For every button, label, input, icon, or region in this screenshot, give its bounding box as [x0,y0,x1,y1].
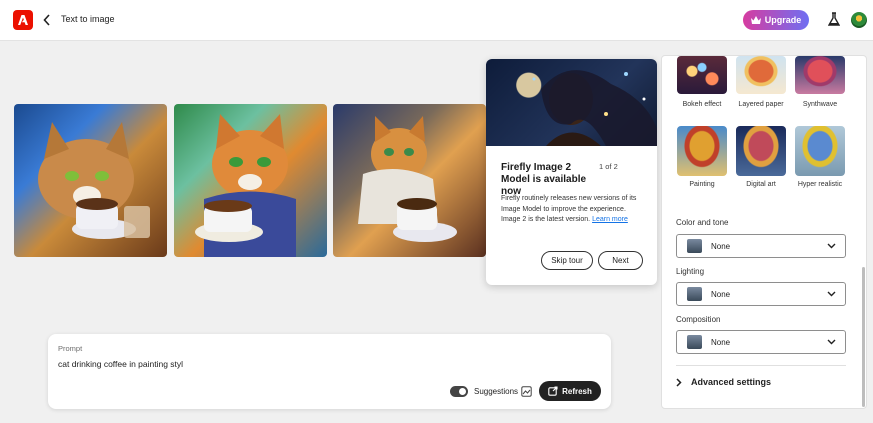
panel-scrollbar[interactable] [862,267,865,407]
prompt-bar: Prompt cat drinking coffee in painting s… [48,334,611,409]
upgrade-label: Upgrade [764,15,802,25]
color-tone-label: Color and tone [676,218,729,227]
style-thumb-hyper-realistic[interactable] [795,126,845,176]
adobe-logo-icon[interactable] [13,10,33,30]
app-header: Text to image Upgrade [0,0,873,41]
lighting-select[interactable]: None [676,282,846,306]
composition-label: Composition [676,315,721,324]
composition-thumb-icon [687,335,702,349]
composition-value: None [711,338,731,347]
skip-tour-button[interactable]: Skip tour [541,251,593,270]
refresh-label: Refresh [562,386,592,396]
refresh-icon [548,386,558,396]
style-thumb-painting[interactable] [677,126,727,176]
style-label: Hyper realistic [797,181,843,188]
lighting-thumb-icon [687,287,702,301]
lighting-label: Lighting [676,267,705,276]
suggestions-toggle[interactable] [450,386,468,397]
chevron-down-icon [827,243,836,249]
color-tone-value: None [711,242,731,251]
back-arrow-icon[interactable] [42,13,52,27]
style-label: Bokeh effect [682,101,722,108]
suggestions-label: Suggestions [474,387,519,396]
style-thumb-bokeh[interactable] [677,56,727,94]
settings-panel: Bokeh effect Layered paper Synthwave Pai… [661,55,867,409]
user-avatar[interactable] [851,12,867,28]
prompt-input[interactable]: cat drinking coffee in painting styl [58,359,183,369]
cat-coffee-image [358,116,457,242]
tour-description: Firefly routinely releases new versions … [501,194,646,226]
advanced-settings-toggle[interactable]: Advanced settings [676,377,771,387]
lighting-value: None [711,290,731,299]
style-label: Digital art [746,181,776,188]
upgrade-button[interactable]: Upgrade [743,10,809,30]
generated-image-3[interactable] [333,104,486,257]
cat-coffee-image [195,114,296,257]
refresh-button[interactable]: Refresh [539,381,601,401]
crown-icon [750,16,761,24]
generated-image-1[interactable] [14,104,167,257]
style-label: Layered paper [738,101,784,108]
panel-divider [676,365,846,366]
suggestions-image-icon[interactable] [521,386,532,397]
learn-more-link[interactable]: Learn more [592,216,628,223]
style-thumb-digital-art[interactable] [736,126,786,176]
style-label: Synthwave [802,101,838,108]
cat-coffee-image [38,122,150,239]
page-title: Text to image [61,14,115,24]
composition-select[interactable]: None [676,330,846,354]
model-tour-popup: Firefly Image 2 Model is available now 1… [486,59,657,285]
color-tone-select[interactable]: None [676,234,846,258]
prompt-label: Prompt [58,344,83,353]
advanced-settings-label: Advanced settings [691,377,772,387]
tour-counter: 1 of 2 [599,162,618,171]
generated-image-2[interactable] [174,104,327,257]
style-thumb-synthwave[interactable] [795,56,845,94]
tour-title: Firefly Image 2 Model is available now [501,162,587,197]
next-button[interactable]: Next [598,251,643,270]
chevron-down-icon [827,339,836,345]
style-label: Painting [689,181,715,188]
tour-hero-image [486,59,657,146]
chevron-right-icon [676,377,682,387]
color-tone-thumb-icon [687,239,702,253]
chevron-down-icon [827,291,836,297]
flask-icon[interactable] [828,12,840,27]
style-thumb-layered-paper[interactable] [736,56,786,94]
